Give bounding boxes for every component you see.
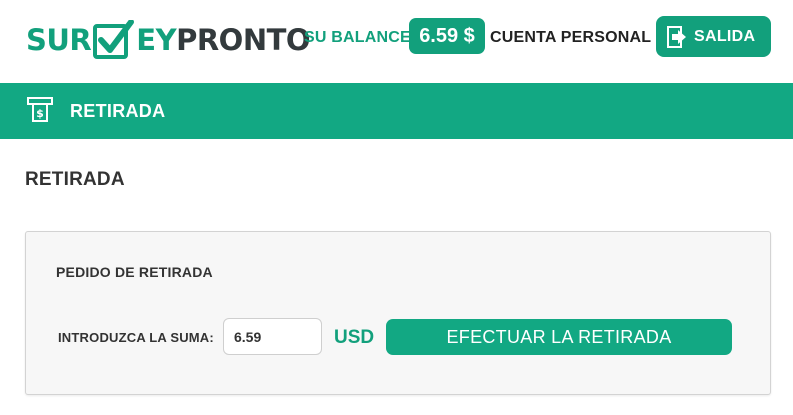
logo-text-pronto: PRONTO [176, 23, 311, 57]
logo-text-ey: EY [136, 23, 177, 57]
balance-label: SU BALANCE [304, 29, 411, 46]
top-header: SUR EY PRONTO SU BALANCE 6.59 $ CUENTA P… [0, 0, 793, 83]
logo-text-sur: SUR [26, 23, 92, 57]
cash-withdraw-icon: $ [27, 97, 53, 123]
currency-label: USD [334, 327, 375, 348]
svg-text:$: $ [36, 107, 44, 120]
logo-checkmark-icon [93, 19, 135, 60]
personal-account-link[interactable]: CUENTA PERSONAL [490, 29, 651, 47]
page-title: RETIRADA [25, 169, 125, 190]
logout-button[interactable]: SALIDA [656, 16, 771, 57]
amount-input[interactable] [223, 318, 322, 355]
amount-label: INTRODUZCA LA SUMA: [58, 330, 214, 345]
balance-badge: 6.59 $ [409, 18, 485, 54]
section-title: RETIRADA [70, 101, 166, 121]
logout-icon [667, 25, 687, 48]
logout-label: SALIDA [694, 27, 756, 45]
card-title: PEDIDO DE RETIRADA [56, 264, 213, 280]
surveypronto-logo[interactable]: SUR EY PRONTO [26, 18, 311, 62]
withdraw-submit-button[interactable]: EFECTUAR LA RETIRADA [386, 319, 732, 355]
withdraw-request-card: PEDIDO DE RETIRADA INTRODUZCA LA SUMA: U… [25, 231, 771, 395]
section-bar: $ RETIRADA [0, 83, 793, 139]
